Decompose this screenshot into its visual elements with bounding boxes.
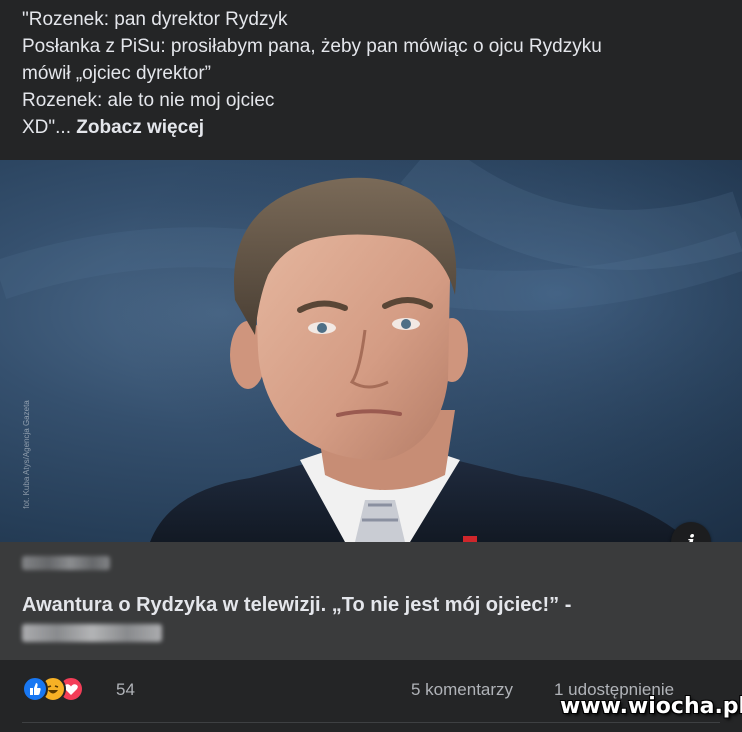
post-text-line: mówił „ojciec dyrektor” [22,63,211,84]
blurred-source-name [22,624,162,642]
post-text-line: Posłanka z PiSu: prosiłabym pana, żeby p… [22,36,602,57]
blurred-domain [22,556,110,570]
link-preview-card[interactable]: fot. Kuba Atys/Agencja Gazeta i Awantura… [0,160,742,660]
site-watermark: www.wiocha.pl [560,694,742,719]
link-title[interactable]: Awantura o Rydzyka w telewizji. „To nie … [22,592,722,618]
photo-credit: fot. Kuba Atys/Agencja Gazeta [21,400,31,509]
like-reaction-icon [22,676,48,702]
reaction-count[interactable]: 54 [116,680,135,700]
post-text-line: XD"... [22,117,71,138]
link-card-body[interactable]: Awantura o Rydzyka w telewizji. „To nie … [0,542,742,660]
see-more-link[interactable]: Zobacz więcej [76,117,204,138]
divider [22,722,720,723]
post-text-last-line: XD"... Zobacz więcej [22,114,722,141]
post-text-line: Rozenek: ale to nie moj ojciec [22,90,275,111]
comments-count-link[interactable]: 5 komentarzy [411,680,513,700]
post-text-line: "Rozenek: pan dyrektor Rydzyk [22,9,288,30]
post-text: "Rozenek: pan dyrektor Rydzyk Posłanka z… [22,6,722,141]
man-portrait-illustration [0,160,742,542]
facebook-post: "Rozenek: pan dyrektor Rydzyk Posłanka z… [0,0,742,732]
article-photo[interactable]: fot. Kuba Atys/Agencja Gazeta [0,160,742,542]
